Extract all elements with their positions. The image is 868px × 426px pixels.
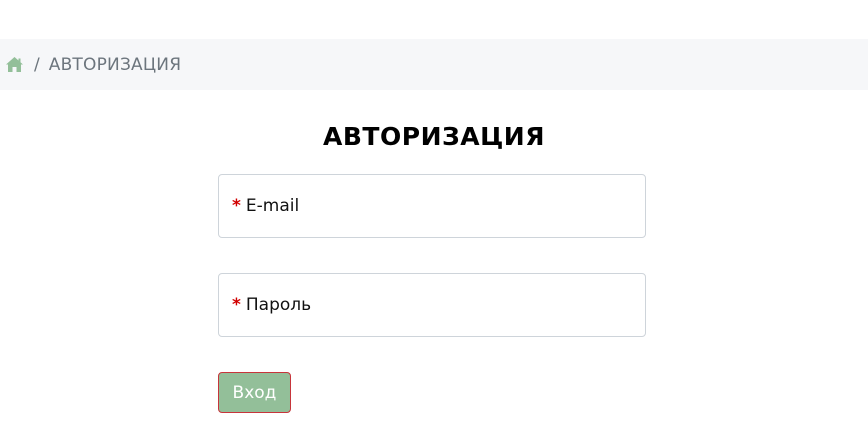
- required-marker: *: [232, 295, 241, 315]
- email-field-label: E-mail: [245, 196, 300, 216]
- breadcrumb-separator: /: [34, 54, 40, 75]
- email-field[interactable]: * E-mail: [218, 174, 646, 238]
- password-field-label: Пароль: [245, 295, 312, 315]
- required-marker: *: [232, 196, 241, 216]
- password-field[interactable]: * Пароль: [218, 273, 646, 337]
- login-button[interactable]: Вход: [218, 372, 291, 413]
- breadcrumb-current: АВТОРИЗАЦИЯ: [48, 54, 182, 75]
- home-icon[interactable]: [5, 56, 24, 73]
- breadcrumb: / АВТОРИЗАЦИЯ: [0, 39, 868, 90]
- page-title: АВТОРИЗАЦИЯ: [323, 122, 545, 151]
